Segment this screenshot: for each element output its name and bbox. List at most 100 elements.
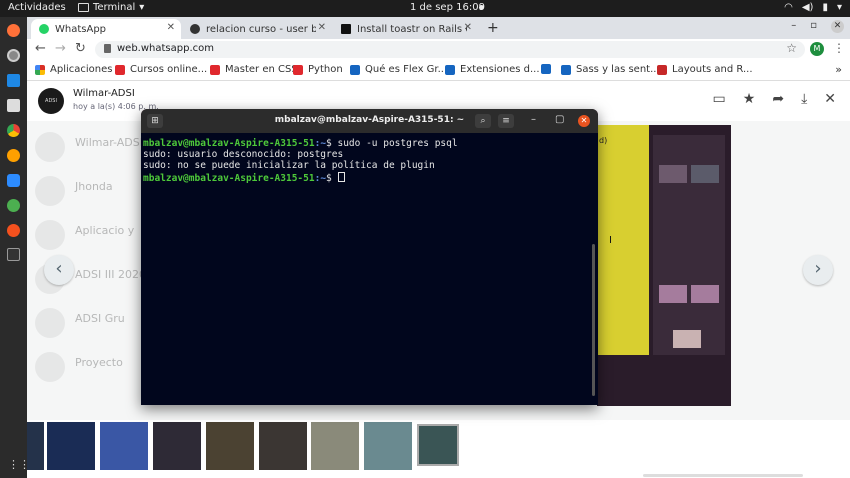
media-thumb <box>673 330 701 348</box>
terminal-scrollbar[interactable] <box>592 244 595 396</box>
browser-menu-icon[interactable]: ⋮ <box>833 41 845 55</box>
bookmark-item[interactable]: Master en CSS <box>210 64 298 75</box>
terminal-titlebar[interactable]: ⊞ mbalzav@mbalzav-Aspire-A315-51: ~ ⌕ ≡ … <box>141 109 598 133</box>
bookmark-item[interactable]: Python <box>293 64 343 75</box>
list-item: Jhonda <box>35 170 155 214</box>
bookmark-item[interactable]: Layouts and R... <box>657 64 753 75</box>
media-thumbnail-selected[interactable] <box>417 424 459 466</box>
terminal-window: ⊞ mbalzav@mbalzav-Aspire-A315-51: ~ ⌕ ≡ … <box>141 109 598 405</box>
media-thumbnail[interactable] <box>100 422 148 470</box>
media-thumb <box>691 165 719 183</box>
more-bookmarks-button[interactable]: » <box>835 63 842 76</box>
notification-dot-icon <box>479 5 484 10</box>
close-window-icon[interactable]: ✕ <box>831 20 844 33</box>
close-tab-icon[interactable]: ✕ <box>464 22 472 33</box>
firefox-icon[interactable] <box>7 24 20 37</box>
zoom-icon[interactable] <box>7 174 20 187</box>
media-thumb <box>691 285 719 303</box>
horizontal-scrollbar[interactable] <box>643 474 803 477</box>
back-icon[interactable]: ← <box>35 41 46 56</box>
output-text: sudo: no se puede inicializar la polític… <box>143 160 435 172</box>
close-icon[interactable]: ✕ <box>824 91 836 107</box>
bookmark-item[interactable]: Extensiones d... <box>445 64 540 75</box>
go-to-message-icon[interactable]: ▭ <box>713 91 726 107</box>
next-media-button[interactable]: › <box>803 255 833 285</box>
medium-icon <box>341 24 351 34</box>
bookmark-item[interactable]: Qué es Flex Gr... <box>350 64 447 75</box>
app-menu-terminal[interactable]: Terminal ▾ <box>78 2 144 13</box>
minimize-icon[interactable]: – <box>791 20 796 33</box>
bookmark-apps[interactable]: Aplicaciones <box>35 64 112 75</box>
media-thumbnail[interactable] <box>364 422 412 470</box>
terminal-icon[interactable] <box>7 248 20 261</box>
maximize-icon[interactable]: ▢ <box>555 114 564 125</box>
viewer-actions: ▭ ★ ➦ ⤓ ✕ <box>713 91 836 107</box>
bookmark-item[interactable] <box>541 64 556 74</box>
apps-grid-icon <box>35 64 45 75</box>
list-item: ADSI Gru <box>35 302 155 346</box>
bookmark-star-icon[interactable]: ☆ <box>786 41 797 55</box>
minimize-icon[interactable]: – <box>531 114 536 125</box>
tab-label: Install toastr on Rails 6 W <box>357 23 467 35</box>
profile-avatar[interactable]: M <box>810 42 824 56</box>
reload-icon[interactable]: ↻ <box>75 41 86 56</box>
list-item-label: Jhonda <box>75 180 113 193</box>
media-thumbnail[interactable] <box>206 422 254 470</box>
chrome-icon[interactable] <box>7 124 20 137</box>
media-thumbnail[interactable] <box>153 422 201 470</box>
terminal-line: mbalzav@mbalzav-Aspire-A315-51:~$ <box>143 171 596 184</box>
media-thumbnail-strip <box>27 420 850 478</box>
settings-icon[interactable] <box>7 49 20 62</box>
terminal-line: sudo: no se puede inicializar la polític… <box>143 160 596 171</box>
terminal-output[interactable]: mbalzav@mbalzav-Aspire-A315-51:~$ sudo -… <box>141 133 598 405</box>
maps-icon[interactable] <box>7 199 20 212</box>
forward-icon[interactable]: ➦ <box>772 91 784 107</box>
activities-button[interactable]: Actividades <box>8 2 66 13</box>
terminal-line: sudo: usuario desconocido: postgres <box>143 149 596 160</box>
media-thumbnail[interactable] <box>311 422 359 470</box>
media-yellow-region <box>597 125 649 355</box>
media-image[interactable]: d) I <box>597 125 731 406</box>
bookmark-item[interactable]: Sass y las sent... <box>561 64 660 75</box>
lock-icon[interactable] <box>104 44 111 53</box>
browser-window: WhatsApp ✕ relacion curso - user by lo ✕… <box>27 17 850 81</box>
tab-github[interactable]: relacion curso - user by lo ✕ <box>182 19 332 39</box>
tab-label: WhatsApp <box>55 23 107 35</box>
forward-icon[interactable]: → <box>55 41 66 56</box>
search-icon[interactable]: ⌕ <box>475 114 491 128</box>
bookmark-item[interactable]: Cursos online... <box>115 64 207 75</box>
bookmark-icon <box>541 64 551 74</box>
restore-icon[interactable]: ▫ <box>810 20 817 33</box>
vscode-icon[interactable] <box>7 74 20 87</box>
postman-icon[interactable] <box>7 224 20 237</box>
media-caption-fragment: d) <box>599 136 608 145</box>
list-item-label: ADSI III 2020 <box>75 268 146 281</box>
tab-label: relacion curso - user by lo <box>206 23 316 35</box>
contact-name[interactable]: Wilmar-ADSI <box>73 88 135 99</box>
list-item-label: Proyecto <box>75 356 123 369</box>
close-icon[interactable]: ✕ <box>578 115 590 127</box>
system-tray[interactable]: ◠ ◀) ▮ ▾ <box>784 2 842 13</box>
avatar[interactable]: ADSI <box>38 88 64 114</box>
photos-icon[interactable] <box>7 149 20 162</box>
hamburger-menu-icon[interactable]: ≡ <box>498 114 514 128</box>
clock[interactable]: 1 de sep 16:09 <box>410 2 485 13</box>
tab-medium[interactable]: Install toastr on Rails 6 W ✕ <box>333 19 478 39</box>
bookmark-icon <box>445 64 455 75</box>
files-icon[interactable] <box>7 99 20 112</box>
star-icon[interactable]: ★ <box>743 91 756 107</box>
prompt-path: :~ <box>314 172 327 184</box>
media-thumbnail[interactable] <box>47 422 95 470</box>
download-icon[interactable]: ⤓ <box>801 91 807 107</box>
tab-whatsapp[interactable]: WhatsApp ✕ <box>31 19 181 39</box>
close-tab-icon[interactable]: ✕ <box>167 22 175 33</box>
new-tab-button[interactable]: + <box>487 20 499 36</box>
media-thumbnail[interactable] <box>259 422 307 470</box>
chevron-down-icon: ▾ <box>836 2 842 13</box>
address-bar[interactable]: web.whatsapp.com ☆ <box>95 41 805 58</box>
bookmark-icon <box>561 64 571 75</box>
tab-strip: WhatsApp ✕ relacion curso - user by lo ✕… <box>27 17 850 39</box>
previous-media-button[interactable]: ‹ <box>44 255 74 285</box>
media-thumbnail[interactable] <box>27 422 44 470</box>
close-tab-icon[interactable]: ✕ <box>318 22 326 33</box>
